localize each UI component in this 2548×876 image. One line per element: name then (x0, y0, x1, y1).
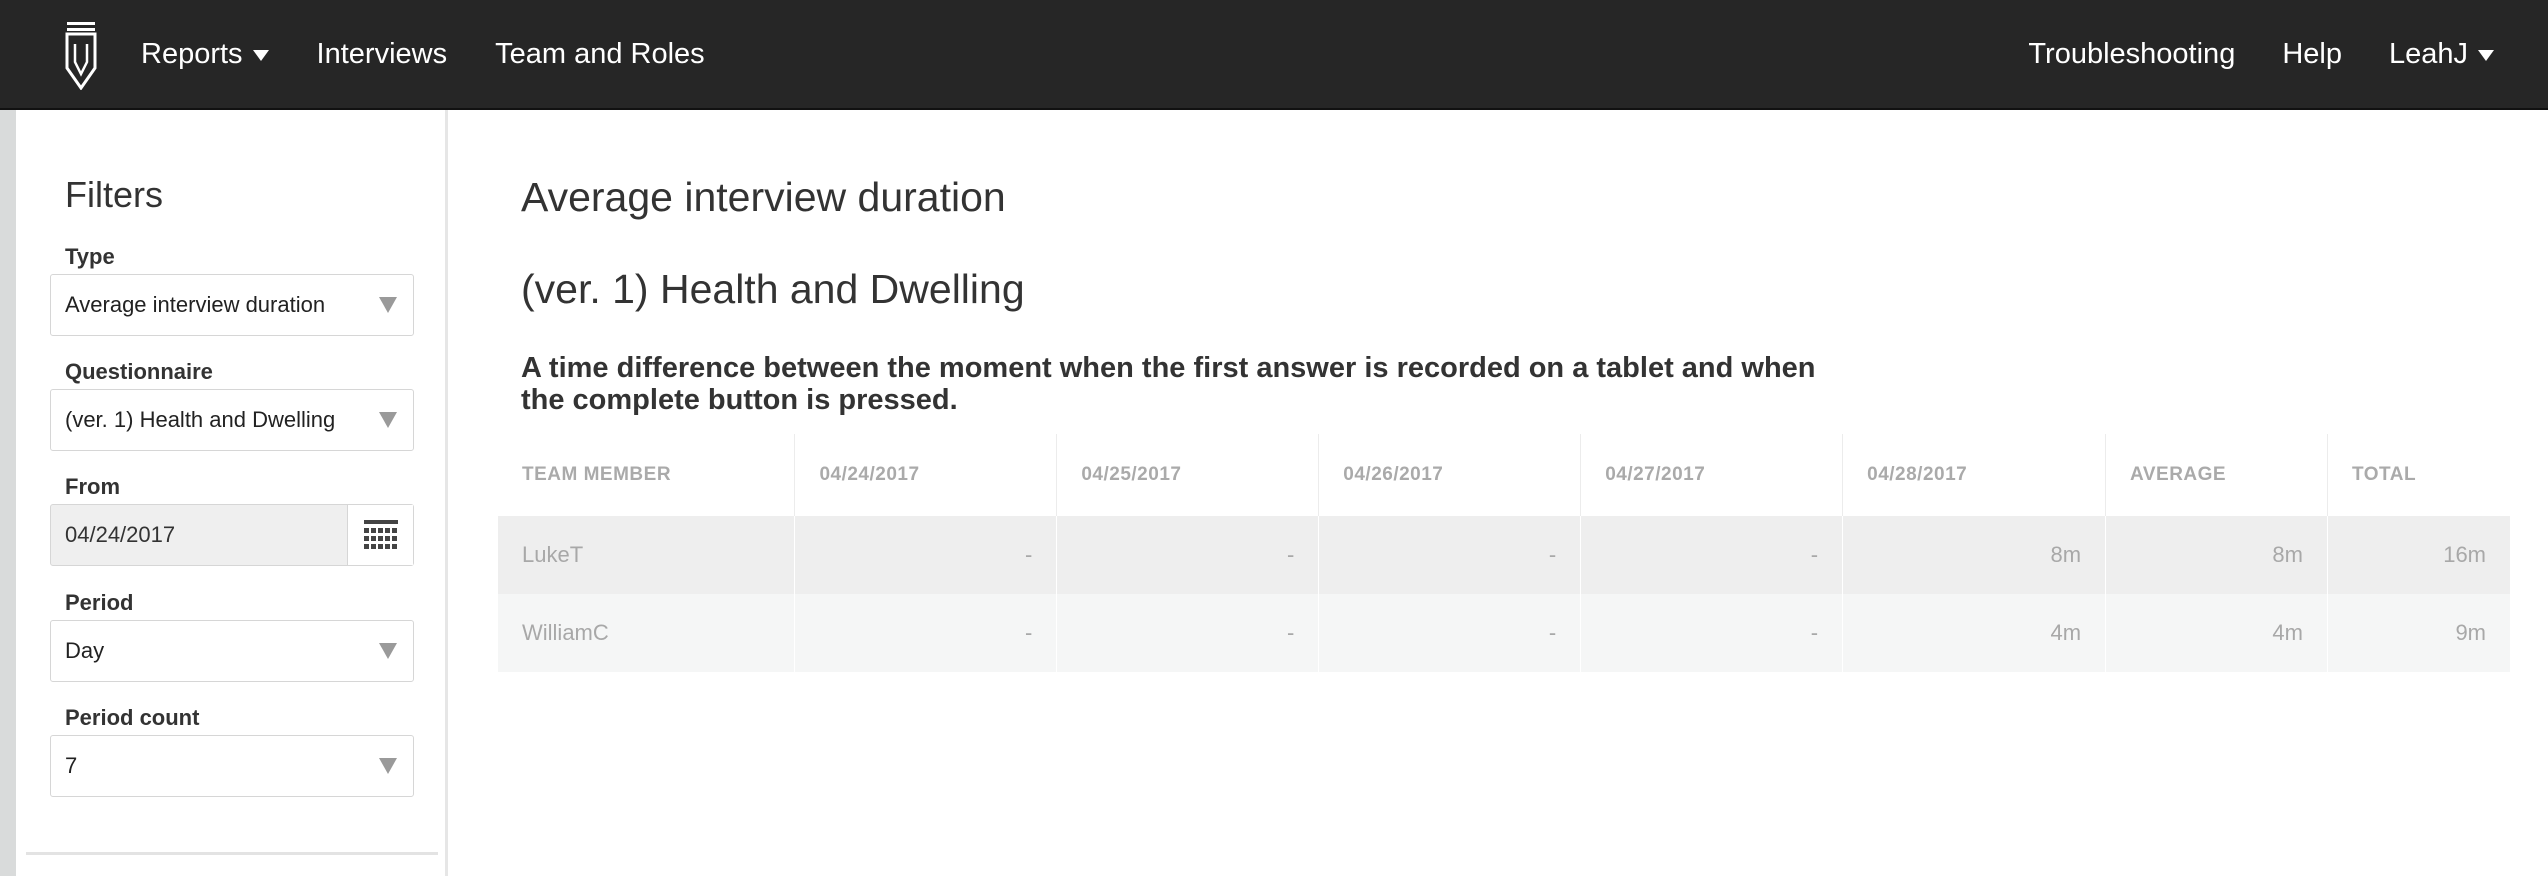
total-cell: 16m (2327, 516, 2512, 594)
column-header[interactable]: 04/24/2017 (794, 434, 1058, 516)
team-member-cell: WilliamC (498, 594, 796, 672)
nav-interviews-label: Interviews (316, 37, 448, 70)
table-row: LukeT - - - - 8m 8m 16m (498, 516, 2512, 594)
period-select-value: Day (65, 638, 105, 663)
calendar-button[interactable] (347, 505, 413, 565)
column-header[interactable]: 04/26/2017 (1318, 434, 1582, 516)
type-select[interactable]: Average interview duration (50, 274, 414, 336)
nav-right: Troubleshooting Help LeahJ (1981, 0, 2494, 108)
average-cell: 8m (2105, 516, 2328, 594)
nav-user-menu[interactable]: LeahJ (2389, 38, 2494, 71)
period-count-label: Period count (65, 705, 200, 730)
column-header[interactable]: 04/27/2017 (1580, 434, 1844, 516)
pen-nib-logo[interactable] (64, 22, 98, 90)
report-description: A time difference between the moment whe… (521, 352, 1816, 416)
nav-troubleshooting[interactable]: Troubleshooting (2028, 38, 2235, 71)
period-select[interactable]: Day (50, 620, 414, 682)
table-row: WilliamC - - - - 4m 4m 9m (498, 594, 2512, 672)
nav-left: Reports Interviews Team and Roles (141, 0, 753, 108)
user-name-label: LeahJ (2388, 37, 2468, 70)
table-cell: - (794, 516, 1058, 594)
report-table: TEAM MEMBER 04/24/2017 04/25/2017 04/26/… (498, 434, 2512, 672)
table-cell: - (1056, 594, 1320, 672)
report-title: Average interview duration (521, 174, 1006, 220)
type-label: Type (65, 244, 115, 269)
filters-title: Filters (65, 174, 163, 215)
from-date-field[interactable]: 04/24/2017 (50, 504, 414, 566)
nav-reports-label: Reports (141, 37, 243, 70)
column-header[interactable]: 04/28/2017 (1842, 434, 2107, 516)
table-cell: 4m (1842, 594, 2107, 672)
calendar-icon (363, 520, 398, 549)
chevron-down-icon (2478, 49, 2494, 61)
report-subtitle: (ver. 1) Health and Dwelling (521, 266, 1025, 312)
column-header[interactable]: 04/25/2017 (1056, 434, 1320, 516)
period-count-select[interactable]: 7 (50, 735, 414, 797)
period-label: Period (65, 590, 134, 615)
nav-reports[interactable]: Reports (141, 38, 269, 71)
questionnaire-label: Questionnaire (65, 359, 213, 384)
table-cell: - (1318, 516, 1582, 594)
dropdown-arrow-icon (379, 297, 397, 313)
table-cell: - (794, 594, 1058, 672)
column-header[interactable]: TOTAL (2327, 434, 2510, 516)
total-cell: 9m (2327, 594, 2512, 672)
table-cell: - (1580, 594, 1844, 672)
nav-help[interactable]: Help (2282, 38, 2342, 71)
nav-troubleshooting-label: Troubleshooting (2028, 37, 2236, 70)
questionnaire-select[interactable]: (ver. 1) Health and Dwelling (50, 389, 414, 451)
type-select-value: Average interview duration (65, 292, 326, 317)
team-member-cell: LukeT (498, 516, 796, 594)
nav-team-and-roles-label: Team and Roles (495, 37, 705, 70)
dropdown-arrow-icon (379, 758, 397, 774)
nav-team-and-roles[interactable]: Team and Roles (495, 38, 705, 71)
average-cell: 4m (2105, 594, 2328, 672)
filters-sidebar: Filters Type Average interview duration … (16, 110, 448, 876)
table-cell: - (1056, 516, 1320, 594)
report-content: Average interview duration (ver. 1) Heal… (451, 110, 2548, 876)
nav-help-label: Help (2282, 37, 2342, 70)
nav-interviews[interactable]: Interviews (317, 38, 448, 71)
table-cell: 8m (1842, 516, 2107, 594)
period-count-select-value: 7 (65, 753, 78, 778)
column-header[interactable]: AVERAGE (2105, 434, 2328, 516)
sidebar-divider (26, 852, 438, 855)
table-cell: - (1318, 594, 1582, 672)
from-date-value: 04/24/2017 (65, 522, 176, 547)
chevron-down-icon (252, 49, 269, 61)
dropdown-arrow-icon (379, 412, 397, 428)
from-label: From (65, 474, 120, 499)
table-header-row: TEAM MEMBER 04/24/2017 04/25/2017 04/26/… (498, 434, 2511, 516)
table-cell: - (1580, 516, 1844, 594)
sidebar-edge (0, 110, 16, 876)
column-header[interactable]: TEAM MEMBER (498, 434, 796, 516)
dropdown-arrow-icon (379, 643, 397, 659)
top-navbar: Reports Interviews Team and Roles Troubl… (0, 0, 2548, 110)
questionnaire-select-value: (ver. 1) Health and Dwelling (65, 407, 336, 432)
